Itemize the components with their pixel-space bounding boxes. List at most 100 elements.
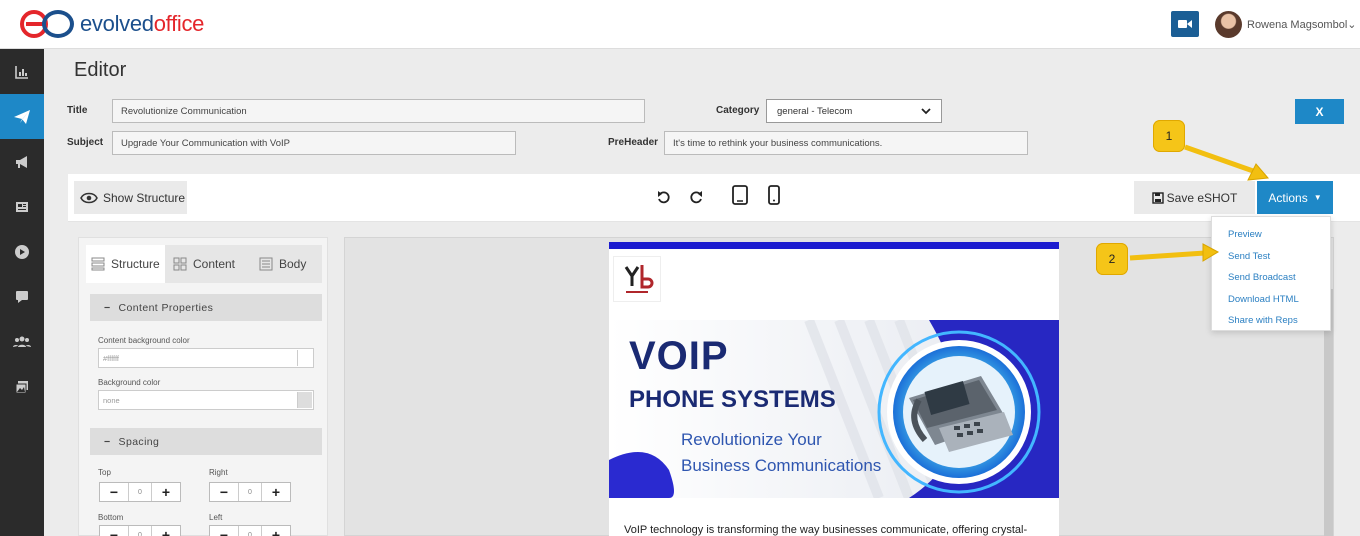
right-label: Right xyxy=(209,468,228,477)
structure-icon xyxy=(91,257,105,271)
menu-item-preview[interactable]: Preview xyxy=(1212,224,1330,246)
subject-value: Upgrade Your Communication with VoIP xyxy=(121,137,290,149)
right-increment-button[interactable]: + xyxy=(262,483,290,501)
banner-tagline-2: Business Communications xyxy=(681,456,882,475)
user-name: Rowena Magsombol xyxy=(1247,19,1348,31)
logo-text-part1: evolved xyxy=(80,11,154,36)
sidebar-item-eshots[interactable] xyxy=(0,94,44,139)
content-bg-value: #ffffff xyxy=(103,353,119,363)
caret-down-icon: ▼ xyxy=(1313,193,1322,202)
content-bg-input[interactable]: #ffffff xyxy=(98,348,314,368)
sidebar-item-messages[interactable] xyxy=(0,274,44,319)
preheader-input[interactable]: It's time to rethink your business commu… xyxy=(664,131,1028,155)
bg-value: none xyxy=(103,395,120,405)
menu-item-send-test[interactable]: Send Test xyxy=(1212,246,1330,268)
menu-item-share-with-reps[interactable]: Share with Reps xyxy=(1212,310,1330,332)
collapse-icon: − xyxy=(104,435,111,448)
category-label: Category xyxy=(716,105,760,116)
show-structure-button[interactable]: Show Structure xyxy=(74,181,187,214)
title-value: Revolutionize Communication xyxy=(121,105,247,117)
mobile-view-button[interactable] xyxy=(763,184,785,206)
tab-structure-label: Structure xyxy=(110,257,160,271)
sidebar-item-reports[interactable] xyxy=(0,49,44,94)
evolvedoffice-logo[interactable]: evolvedoffice xyxy=(20,10,204,38)
paper-plane-icon xyxy=(14,109,30,124)
logo-text: evolvedoffice xyxy=(80,11,204,37)
content-bg-label: Content background color xyxy=(98,336,190,345)
left-value[interactable]: 0 xyxy=(238,526,262,536)
title-input[interactable]: Revolutionize Communication xyxy=(112,99,645,123)
left-increment-button[interactable]: + xyxy=(262,526,290,536)
collapse-icon: − xyxy=(104,301,111,314)
eye-icon xyxy=(80,192,98,203)
page-title: Editor xyxy=(74,59,127,81)
spacing-header[interactable]: − Spacing xyxy=(90,428,322,455)
sidebar-item-contacts[interactable] xyxy=(0,319,44,364)
bottom-stepper: − 0 + xyxy=(99,525,181,536)
tab-body[interactable]: Body xyxy=(243,245,322,283)
editor-toolbar: Show Structure Save eSHOT Actions ▼ xyxy=(68,174,1360,222)
email-body-text[interactable]: VoIP technology is transforming the way … xyxy=(624,524,1027,536)
video-camera-button[interactable] xyxy=(1171,11,1199,37)
bottom-decrement-button[interactable]: − xyxy=(100,526,128,536)
email-brand-logo[interactable] xyxy=(613,256,661,302)
undo-icon xyxy=(658,191,670,204)
actions-label: Actions xyxy=(1268,190,1308,205)
close-button[interactable]: X xyxy=(1295,99,1344,124)
bg-swatch[interactable] xyxy=(297,392,312,408)
user-menu[interactable]: Rowena Magsombol⌄ xyxy=(1247,18,1357,31)
undo-button[interactable] xyxy=(653,186,675,208)
save-eshot-button[interactable]: Save eSHOT xyxy=(1134,181,1255,214)
sidebar-item-campaigns[interactable] xyxy=(0,139,44,184)
actions-dropdown: Preview Send Test Send Broadcast Downloa… xyxy=(1211,216,1331,331)
redo-button[interactable] xyxy=(685,186,707,208)
left-stepper: − 0 + xyxy=(209,525,291,536)
email-preview[interactable]: VOIP PHONE SYSTEMS Revolutionize Your Bu… xyxy=(609,242,1059,536)
right-decrement-button[interactable]: − xyxy=(210,483,238,501)
left-label: Left xyxy=(209,513,223,522)
content-properties-header[interactable]: − Content Properties xyxy=(90,294,322,321)
callout-step-2: 2 xyxy=(1096,243,1128,275)
menu-item-download-html[interactable]: Download HTML xyxy=(1212,289,1330,311)
content-bg-swatch[interactable] xyxy=(297,350,312,366)
tab-content[interactable]: Content xyxy=(165,245,244,283)
bg-input[interactable]: none xyxy=(98,390,314,410)
document-icon xyxy=(259,257,273,271)
chevron-down-icon: ⌄ xyxy=(1347,19,1357,31)
tab-structure[interactable]: Structure xyxy=(86,245,165,283)
avatar[interactable] xyxy=(1215,11,1242,38)
top-decrement-button[interactable]: − xyxy=(100,483,128,501)
subject-input[interactable]: Upgrade Your Communication with VoIP xyxy=(112,131,516,155)
spacing-label: Spacing xyxy=(118,435,160,448)
preheader-value: It's time to rethink your business commu… xyxy=(673,137,883,149)
top-increment-button[interactable]: + xyxy=(152,483,180,501)
grid-icon xyxy=(173,257,187,271)
menu-item-send-broadcast[interactable]: Send Broadcast xyxy=(1212,267,1330,289)
category-select[interactable]: general - Telecom xyxy=(766,99,942,123)
banner-tagline-1: Revolutionize Your xyxy=(681,430,822,449)
top-label: Top xyxy=(98,468,111,477)
redo-icon xyxy=(690,191,702,204)
sidebar-item-gallery[interactable] xyxy=(0,364,44,409)
category-value: general - Telecom xyxy=(777,105,853,117)
email-top-bar xyxy=(609,242,1059,249)
bottom-label: Bottom xyxy=(98,513,124,522)
left-decrement-button[interactable]: − xyxy=(210,526,238,536)
sidebar-item-videos[interactable] xyxy=(0,229,44,274)
sidebar-item-news[interactable] xyxy=(0,184,44,229)
bg-label: Background color xyxy=(98,378,161,387)
users-icon xyxy=(13,336,31,347)
actions-button[interactable]: Actions ▼ xyxy=(1257,181,1333,214)
bottom-value[interactable]: 0 xyxy=(128,526,152,536)
tablet-view-button[interactable] xyxy=(729,184,751,206)
voip-banner[interactable]: VOIP PHONE SYSTEMS Revolutionize Your Bu… xyxy=(609,320,1059,498)
show-structure-label: Show Structure xyxy=(103,190,186,205)
chevron-down-icon xyxy=(921,107,931,114)
right-value[interactable]: 0 xyxy=(238,483,262,501)
megaphone-icon xyxy=(16,155,27,168)
banner-subtitle: PHONE SYSTEMS xyxy=(629,386,836,413)
top-value[interactable]: 0 xyxy=(128,483,152,501)
bottom-increment-button[interactable]: + xyxy=(152,526,180,536)
newspaper-icon xyxy=(16,201,28,212)
sidebar xyxy=(0,49,44,536)
